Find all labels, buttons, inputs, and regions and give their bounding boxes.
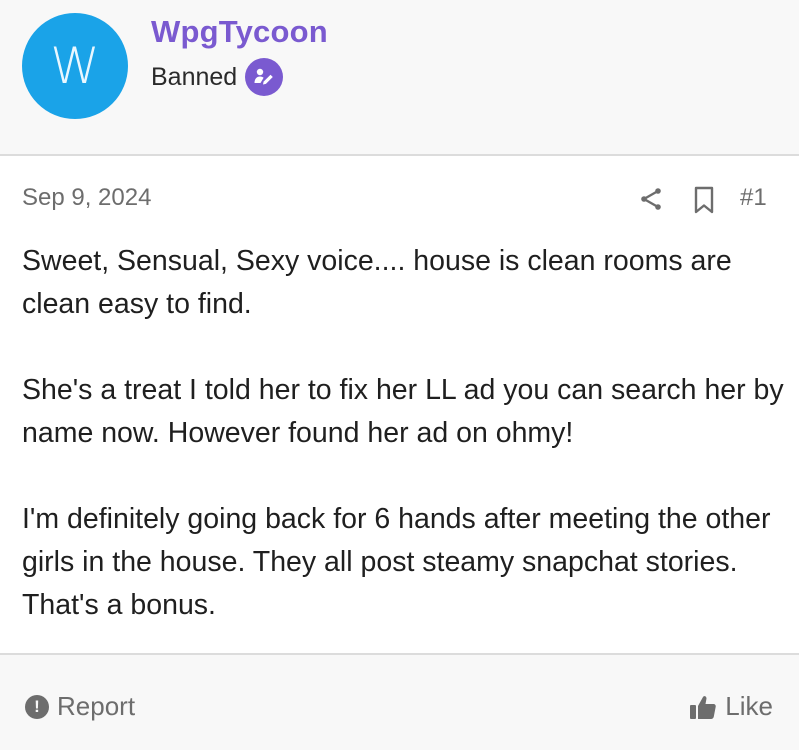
share-icon[interactable] xyxy=(636,184,666,214)
like-button[interactable]: Like xyxy=(689,691,773,722)
like-label: Like xyxy=(725,691,773,721)
user-pen-icon xyxy=(245,58,284,96)
report-label: Report xyxy=(57,691,136,721)
bookmark-icon[interactable] xyxy=(691,186,717,214)
post-paragraph: She's a treat I told her to fix her LL a… xyxy=(22,374,784,449)
post-paragraph: Sweet, Sensual, Sexy voice.... house is … xyxy=(22,245,732,320)
user-title-row: Banned xyxy=(151,58,284,96)
post-number-link[interactable]: #1 xyxy=(740,184,767,212)
post-paragraph: I'm definitely going back for 6 hands af… xyxy=(22,503,771,621)
avatar-letter: W xyxy=(50,37,100,95)
forum-post: W WpgTycoon Banned Sep 9, 2024 #1 Sweet,… xyxy=(0,0,799,750)
user-title: Banned xyxy=(151,62,238,91)
post-header: W WpgTycoon Banned xyxy=(0,0,799,156)
username-link[interactable]: WpgTycoon xyxy=(151,14,328,50)
thumbs-up-icon xyxy=(689,694,717,720)
exclamation-circle-icon: ! xyxy=(25,694,49,719)
post-meta-row: Sep 9, 2024 #1 xyxy=(0,178,799,222)
post-body: Sweet, Sensual, Sexy voice.... house is … xyxy=(22,240,792,627)
post-date[interactable]: Sep 9, 2024 xyxy=(22,184,151,212)
report-button[interactable]: ! Report xyxy=(25,691,135,722)
avatar[interactable]: W xyxy=(22,13,128,119)
post-footer: ! Report Like xyxy=(0,653,799,750)
